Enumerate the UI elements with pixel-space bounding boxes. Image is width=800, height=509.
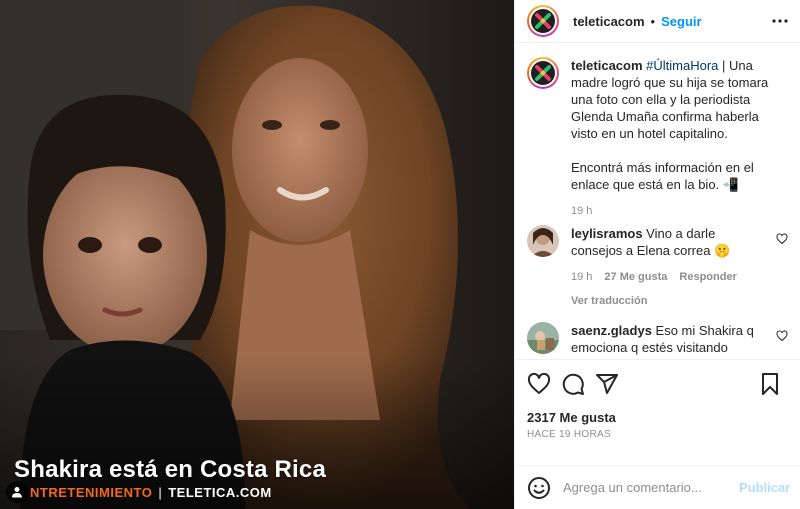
- teletica-logo-icon: [535, 65, 551, 81]
- caption-entry: teleticacom #ÚltimaHora | Una madre logr…: [527, 57, 788, 217]
- comment-avatar[interactable]: [527, 322, 559, 354]
- header-username[interactable]: teleticacom: [573, 14, 645, 29]
- likes-count[interactable]: 2317 Me gusta: [527, 410, 788, 425]
- publish-button[interactable]: Publicar: [739, 480, 790, 495]
- comment-icon[interactable]: [561, 372, 585, 396]
- follow-button[interactable]: Seguir: [661, 14, 701, 29]
- teletica-logo-icon: [535, 13, 551, 29]
- share-icon[interactable]: [595, 372, 619, 396]
- media-section-label: NTRETENIMIENTO: [30, 485, 153, 500]
- header-dot: •: [650, 13, 656, 29]
- comments-list[interactable]: teleticacom #ÚltimaHora | Una madre logr…: [515, 43, 800, 359]
- heart-small-icon[interactable]: [776, 225, 788, 314]
- heart-icon[interactable]: [527, 372, 551, 396]
- heart-small-icon[interactable]: [776, 322, 788, 359]
- post-side-panel: teleticacom • Seguir teleticacom #Última…: [514, 0, 800, 509]
- caption-body: teleticacom #ÚltimaHora | Una madre logr…: [571, 57, 788, 217]
- comment-item: saenz.gladys Eso mi Shakira q emociona q…: [527, 322, 788, 359]
- post-photo: [0, 0, 514, 509]
- caption-hashtag[interactable]: #ÚltimaHora: [646, 58, 718, 73]
- media-brand-line: NTRETENIMIENTO | TELETICA.COM: [30, 485, 272, 500]
- emoji-icon[interactable]: [527, 476, 551, 500]
- post-viewer: Shakira está en Costa Rica NTRETENIMIENT…: [0, 0, 800, 509]
- media-brand-label: TELETICA.COM: [168, 485, 272, 500]
- post-media[interactable]: Shakira está en Costa Rica NTRETENIMIENT…: [0, 0, 514, 509]
- caption-avatar[interactable]: [527, 57, 559, 89]
- caption-text-2: Encontrá más información en el enlace qu…: [571, 160, 754, 192]
- post-header: teleticacom • Seguir: [515, 0, 800, 43]
- add-comment-bar: Publicar: [515, 465, 800, 509]
- more-icon[interactable]: [772, 19, 788, 23]
- media-caption-title: Shakira está en Costa Rica: [14, 456, 327, 483]
- user-tag-icon[interactable]: [6, 481, 28, 503]
- comment-item: leylisramos Vino a darle consejos a Elen…: [527, 225, 788, 314]
- post-actions: 2317 Me gusta HACE 19 HORAS: [515, 359, 800, 465]
- comment-time[interactable]: 19 h: [571, 269, 592, 286]
- media-separator: |: [158, 485, 163, 500]
- reply-button[interactable]: Responder: [679, 269, 736, 286]
- caption-username[interactable]: teleticacom: [571, 58, 643, 73]
- comment-username[interactable]: leylisramos: [571, 226, 643, 241]
- caption-time[interactable]: 19 h: [571, 203, 592, 220]
- save-icon[interactable]: [758, 372, 782, 396]
- comment-input[interactable]: [563, 480, 739, 495]
- post-time-ago[interactable]: HACE 19 HORAS: [527, 429, 788, 440]
- translate-button[interactable]: Ver traducción: [571, 293, 770, 310]
- comment-likes[interactable]: 27 Me gusta: [604, 269, 667, 286]
- comment-avatar[interactable]: [527, 225, 559, 257]
- profile-avatar[interactable]: [527, 5, 559, 37]
- comment-username[interactable]: saenz.gladys: [571, 323, 652, 338]
